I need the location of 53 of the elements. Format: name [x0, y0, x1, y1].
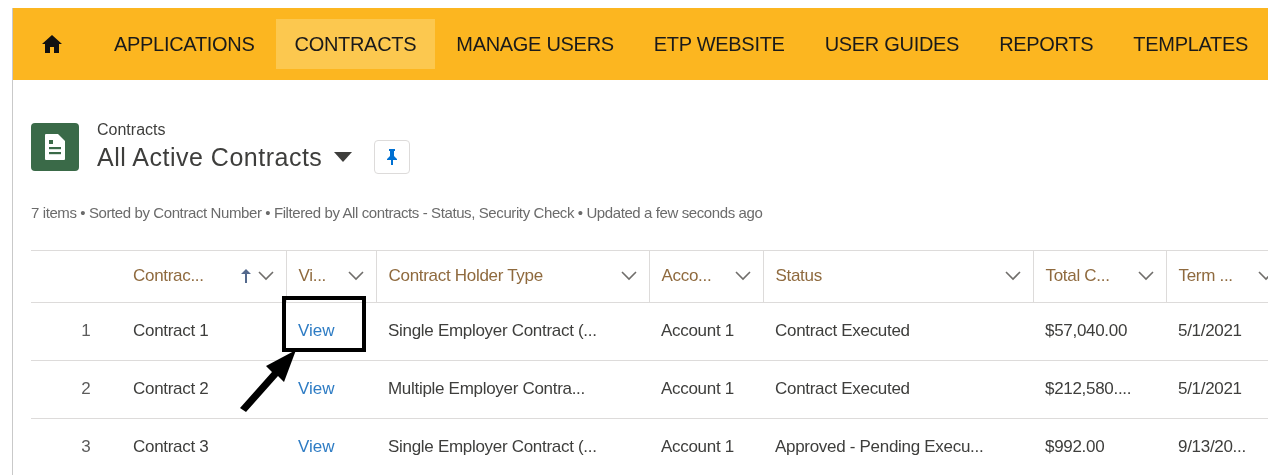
table-cell: Approved - Pending Execu... — [775, 437, 984, 457]
row-number: 3 — [31, 418, 121, 475]
table-cell: $212,580.... — [1045, 379, 1132, 399]
pin-icon — [386, 148, 399, 166]
nav-tab[interactable]: TEMPLATES — [1114, 19, 1268, 69]
view-link[interactable]: View — [298, 321, 335, 341]
table-cell: Account 1 — [661, 321, 734, 341]
table-cell: Contract Executed — [775, 321, 910, 341]
table-cell: Multiple Employer Contra... — [388, 379, 585, 399]
contract-object-icon — [31, 123, 79, 171]
object-label: Contracts — [97, 120, 167, 140]
nav-tab[interactable]: MANAGE USERS — [437, 19, 633, 69]
list-view-title: All Active Contracts — [97, 142, 323, 173]
chevron-down-icon[interactable] — [1004, 271, 1021, 281]
table-cell: Contract 2 — [133, 379, 209, 399]
chevron-down-icon[interactable] — [347, 271, 364, 281]
chevron-down-icon[interactable] — [620, 271, 637, 281]
column-header[interactable]: Total C... — [1045, 263, 1110, 289]
table-cell: $57,040.00 — [1045, 321, 1128, 341]
table-cell: Account 1 — [661, 437, 734, 457]
row-number: 2 — [31, 360, 121, 418]
row-number: 1 — [31, 302, 121, 360]
view-link[interactable]: View — [298, 437, 335, 457]
nav-tab[interactable]: APPLICATIONS — [95, 19, 274, 69]
table-cell: Account 1 — [661, 379, 734, 399]
column-header[interactable]: Contrac... — [133, 263, 204, 289]
nav-tab[interactable]: USER GUIDES — [805, 19, 979, 69]
table-cell: 5/1/2021 — [1178, 379, 1242, 399]
nav-tab[interactable]: REPORTS — [980, 19, 1113, 69]
pin-button[interactable] — [374, 140, 411, 174]
table-cell: Contract 1 — [133, 321, 209, 341]
nav-tab[interactable]: ETP WEBSITE — [634, 19, 804, 69]
chevron-down-icon[interactable] — [1137, 271, 1154, 281]
table-cell: Contract Executed — [775, 379, 910, 399]
column-header[interactable]: Status — [775, 263, 822, 289]
column-header[interactable]: Acco... — [661, 263, 712, 289]
table-cell: 5/1/2021 — [1178, 321, 1242, 341]
view-link[interactable]: View — [298, 379, 335, 399]
table-cell: $992.00 — [1045, 437, 1105, 457]
column-header[interactable]: Term ... — [1178, 263, 1233, 289]
list-summary: 7 items • Sorted by Contract Number • Filtered by All contracts - Status, Security Check • Updated a few seconds ago — [31, 203, 764, 223]
table-cell: Contract 3 — [133, 437, 209, 457]
nav-tab[interactable]: CONTRACTS — [275, 19, 436, 69]
chevron-down-icon[interactable] — [257, 271, 274, 281]
table-cell: 9/13/20... — [1178, 437, 1246, 457]
table-cell: Single Employer Contract (... — [388, 437, 597, 457]
dropdown-caret-icon[interactable] — [334, 152, 353, 162]
table-cell: Single Employer Contract (... — [388, 321, 597, 341]
column-header[interactable]: Vi... — [298, 263, 326, 289]
sort-up-icon[interactable] — [239, 268, 252, 284]
chevron-down-icon[interactable] — [734, 271, 751, 281]
home-icon[interactable] — [41, 34, 63, 54]
column-header[interactable]: Contract Holder Type — [388, 263, 543, 289]
